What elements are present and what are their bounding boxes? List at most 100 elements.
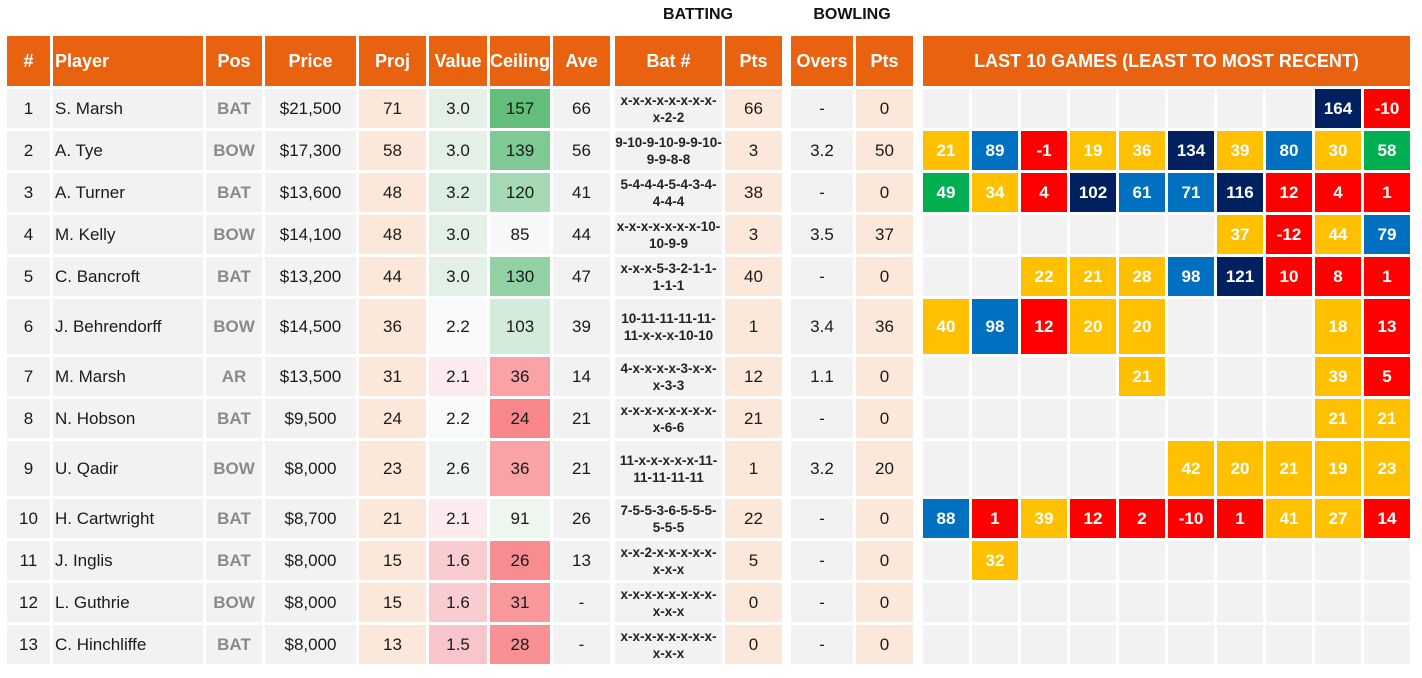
col-header-proj[interactable]: Proj: [359, 36, 426, 86]
last-10-games-table: LAST 10 GAMES (LEAST TO MOST RECENT) 164…: [920, 33, 1413, 667]
bowling-row: -0: [791, 399, 913, 438]
game-score-empty: [1364, 541, 1410, 580]
header-row: Overs Pts: [791, 36, 913, 86]
player-row[interactable]: 11 J. Inglis BAT $8,000 15 1.6 26 13: [7, 541, 611, 580]
col-header-ceiling[interactable]: Ceiling: [490, 36, 551, 86]
col-header-pos[interactable]: Pos: [206, 36, 262, 86]
game-score: 21: [1315, 399, 1361, 438]
game-score-empty: [1070, 625, 1116, 664]
bowling-row: -0: [791, 173, 913, 212]
player-position: BAT: [206, 89, 262, 128]
player-name[interactable]: L. Guthrie: [53, 583, 203, 622]
player-ceiling: 130: [490, 257, 551, 296]
player-name[interactable]: A. Tye: [53, 131, 203, 170]
player-price: $17,300: [265, 131, 356, 170]
player-row[interactable]: 13 C. Hinchliffe BAT $8,000 13 1.5 28-: [7, 625, 611, 664]
player-row[interactable]: 2 A. Tye BOW $17,300 58 3.0 139 56: [7, 131, 611, 170]
game-score: 23: [1364, 441, 1410, 496]
player-row[interactable]: 6 J. Behrendorff BOW $14,500 36 2.2 103 39: [7, 299, 611, 354]
games-row: 88 1 39 12 2 -10 1 41 27 14: [923, 499, 1410, 538]
batting-row: x-x-x-x-x-x-x-x-x-2-2 66: [615, 89, 782, 128]
player-name[interactable]: C. Hinchliffe: [53, 625, 203, 664]
player-name[interactable]: M. Marsh: [53, 357, 203, 396]
player-row[interactable]: 3 A. Turner BAT $13,600 48 3.2 120 41: [7, 173, 611, 212]
player-average: -: [553, 583, 611, 622]
player-row[interactable]: 4 M. Kelly BOW $14,100 48 3.0 85 44: [7, 215, 611, 254]
player-name[interactable]: A. Turner: [53, 173, 203, 212]
batting-order: 7-5-5-3-6-5-5-5-5-5-5: [615, 499, 722, 538]
player-name[interactable]: M. Kelly: [53, 215, 203, 254]
player-ceiling: 139: [490, 131, 551, 170]
bowling-points: 0: [856, 89, 913, 128]
player-name[interactable]: N. Hobson: [53, 399, 203, 438]
col-header-price[interactable]: Price: [265, 36, 356, 86]
col-header-bat-pts[interactable]: Pts: [725, 36, 782, 86]
game-score-empty: [1266, 89, 1312, 128]
game-score-empty: [1266, 299, 1312, 354]
player-row[interactable]: 1 S. Marsh BAT $21,500 71 3.0 157 66: [7, 89, 611, 128]
player-name[interactable]: J. Behrendorff: [53, 299, 203, 354]
bowling-row: -0: [791, 625, 913, 664]
col-header-player[interactable]: Player: [53, 36, 203, 86]
player-row[interactable]: 7 M. Marsh AR $13,500 31 2.1 36 14: [7, 357, 611, 396]
player-price: $8,000: [265, 625, 356, 664]
row-number: 6: [7, 299, 50, 354]
player-value: 2.1: [429, 499, 487, 538]
player-row[interactable]: 10 H. Cartwright BAT $8,700 21 2.1 91 26: [7, 499, 611, 538]
player-name[interactable]: J. Inglis: [53, 541, 203, 580]
bowling-overs: -: [791, 257, 853, 296]
game-score-empty: [1070, 441, 1116, 496]
player-name[interactable]: C. Bancroft: [53, 257, 203, 296]
col-header-ave[interactable]: Ave: [553, 36, 611, 86]
player-name[interactable]: S. Marsh: [53, 89, 203, 128]
row-number: 1: [7, 89, 50, 128]
row-number: 7: [7, 357, 50, 396]
game-score-empty: [972, 89, 1018, 128]
player-position: AR: [206, 357, 262, 396]
col-header-bowl-pts[interactable]: Pts: [856, 36, 913, 86]
col-header-num[interactable]: #: [7, 36, 50, 86]
player-name[interactable]: H. Cartwright: [53, 499, 203, 538]
games-row: 42 20 21 19 23: [923, 441, 1410, 496]
game-score: 39: [1315, 357, 1361, 396]
batting-order: x-x-x-x-x-x-x-x-x-x-x: [615, 625, 722, 664]
game-score: 41: [1266, 499, 1312, 538]
row-number: 8: [7, 399, 50, 438]
player-row[interactable]: 5 C. Bancroft BAT $13,200 44 3.0 130 47: [7, 257, 611, 296]
player-row[interactable]: 8 N. Hobson BAT $9,500 24 2.2 24 21: [7, 399, 611, 438]
player-ceiling: 28: [490, 625, 551, 664]
player-row[interactable]: 12 L. Guthrie BOW $8,000 15 1.6 31-: [7, 583, 611, 622]
batting-points: 21: [725, 399, 782, 438]
player-row[interactable]: 9 U. Qadir BOW $8,000 23 2.6 36 21: [7, 441, 611, 496]
game-score: 39: [1021, 499, 1067, 538]
game-score-empty: [972, 399, 1018, 438]
player-price: $13,600: [265, 173, 356, 212]
col-header-overs[interactable]: Overs: [791, 36, 853, 86]
batting-order: x-x-x-x-x-x-x-x-x-x-x: [615, 583, 722, 622]
bowling-section-label: BOWLING: [813, 6, 891, 23]
player-price: $9,500: [265, 399, 356, 438]
game-score: 13: [1364, 299, 1410, 354]
game-score: 121: [1217, 257, 1263, 296]
game-score-empty: [1119, 541, 1165, 580]
game-score-empty: [923, 541, 969, 580]
player-average: 14: [553, 357, 611, 396]
col-header-value[interactable]: Value: [429, 36, 487, 86]
game-score: 8: [1315, 257, 1361, 296]
bowling-row: 3.4 36: [791, 299, 913, 354]
bowling-row: -0: [791, 583, 913, 622]
col-header-bat-num[interactable]: Bat #: [615, 36, 722, 86]
batting-row: 5-4-4-4-5-4-3-4-4-4-4 38: [615, 173, 782, 212]
games-row: 21 39 5: [923, 357, 1410, 396]
player-position: BOW: [206, 215, 262, 254]
player-name[interactable]: U. Qadir: [53, 441, 203, 496]
game-score: 102: [1070, 173, 1116, 212]
game-score-empty: [972, 583, 1018, 622]
game-score: 18: [1315, 299, 1361, 354]
game-score: 4: [1021, 173, 1067, 212]
player-average: 41: [553, 173, 611, 212]
bowling-row: -0: [791, 541, 913, 580]
bowling-overs: -: [791, 499, 853, 538]
game-score: -10: [1168, 499, 1214, 538]
game-score-empty: [1217, 357, 1263, 396]
